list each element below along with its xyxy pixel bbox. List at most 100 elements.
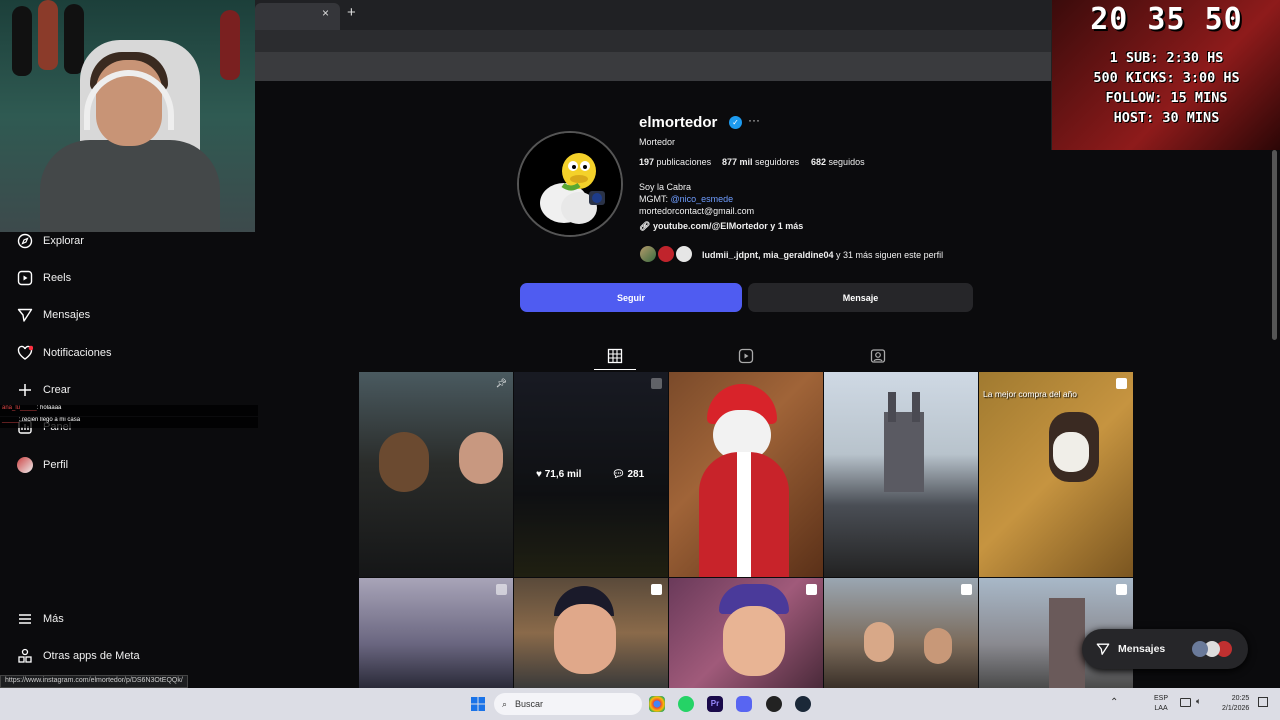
grid-post[interactable]: La mejor compra del año (979, 372, 1133, 577)
posts-label: publicaciones (656, 157, 712, 167)
bio-mgmt: MGMT: @nico_esmede (639, 194, 733, 204)
obs-icon[interactable] (766, 696, 782, 712)
verified-badge-icon: ✓ (729, 116, 742, 129)
discord-icon[interactable] (736, 696, 752, 712)
followers-label: seguidores (755, 157, 800, 167)
external-link-text: youtube.com/@ElMortedor y 1 más (652, 221, 804, 231)
send-icon (1096, 642, 1110, 656)
follower-avatar[interactable] (656, 244, 676, 264)
menu-icon (16, 610, 34, 628)
grid-post[interactable] (824, 578, 978, 688)
carousel-icon (496, 584, 507, 595)
avatar (16, 456, 34, 474)
taskbar-clock[interactable]: 20:25 2/1/2026 (1222, 694, 1249, 714)
mgmt-prefix: MGMT: (639, 194, 671, 204)
profile-username: elmortedor (639, 114, 718, 131)
follower-avatar[interactable] (638, 244, 658, 264)
follow-button[interactable]: Seguir (520, 283, 742, 312)
sidebar-item-label: Perfil (43, 459, 69, 471)
sidebar-item-meta-apps[interactable]: Otras apps de Meta (16, 644, 140, 668)
following-stat[interactable]: 682 seguidos (811, 157, 865, 167)
followers-stat[interactable]: 877 mil seguidores (722, 157, 799, 167)
grid-post[interactable] (824, 372, 978, 577)
sidebar-item-reels[interactable]: Reels (16, 266, 71, 290)
close-tab-icon[interactable]: × (322, 6, 329, 20)
more-options-icon[interactable]: ··· (748, 113, 760, 127)
active-tab-indicator (594, 369, 636, 370)
tab-tagged-icon[interactable] (870, 348, 886, 364)
chat-text: : holaaaa (36, 405, 62, 411)
followed-by-rest: y 31 más siguen este perfil (833, 250, 944, 260)
clock-time: 20:25 (1231, 695, 1250, 702)
overlay-line: 1 SUB: 2:30 HS (1109, 50, 1224, 66)
follower-avatar[interactable] (674, 244, 694, 264)
premiere-icon[interactable]: Pr (707, 696, 723, 712)
stream-timer: 20 35 50 (1090, 2, 1243, 37)
windows-start-icon[interactable] (470, 696, 486, 712)
volume-icon[interactable]: 🔈︎ (1196, 696, 1201, 707)
carousel-icon (651, 378, 662, 389)
comment-icon: 💬︎ (612, 469, 625, 480)
reels-icon (16, 269, 34, 287)
chat-user: ana_lu_____ (2, 405, 37, 411)
chat-message: _____: recién llego a mi casa (0, 417, 258, 428)
post-caption: La mejor compra del año (983, 389, 1078, 399)
tab-posts-grid-icon[interactable] (607, 348, 623, 364)
posts-count: 197 (639, 157, 655, 167)
grid-post[interactable] (359, 578, 513, 688)
taskbar-search-label: Buscar (515, 699, 544, 709)
floating-messages-label: Mensajes (1118, 643, 1166, 655)
chrome-icon[interactable] (649, 696, 665, 712)
grid-post[interactable]: 📌︎ (359, 372, 513, 577)
network-icon[interactable] (1180, 698, 1191, 707)
followed-by-text[interactable]: ludmii_.jdpnt, mia_geraldine04 y 31 más … (702, 250, 943, 260)
heart-icon (16, 344, 34, 362)
chat-text: : recién llego a mi casa (18, 417, 81, 423)
plus-icon (16, 381, 34, 399)
message-button[interactable]: Mensaje (748, 283, 973, 312)
send-icon (16, 306, 34, 324)
grid-post[interactable] (669, 578, 823, 688)
grid-post[interactable] (514, 578, 668, 688)
sidebar-item-label: Explorar (43, 235, 84, 247)
webcam-overlay (0, 0, 255, 232)
tab-reels-icon[interactable] (738, 348, 754, 364)
keyboard-layout: LAA (1154, 705, 1168, 712)
grid-post[interactable] (669, 372, 823, 577)
sidebar-item-crear[interactable]: Crear (16, 378, 71, 402)
language-code: ESP (1154, 695, 1169, 702)
chevron-up-icon[interactable]: ⌃ (1110, 697, 1118, 708)
reel-icon (961, 584, 972, 595)
whatsapp-icon[interactable] (678, 696, 694, 712)
grid-post-hovered[interactable]: ♥︎ 71,6 mil 💬︎ 281 (514, 372, 668, 577)
taskbar-search[interactable]: ⌕ Buscar (494, 693, 642, 715)
post-comments-count: 281 (627, 469, 645, 480)
sidebar-item-perfil[interactable]: Perfil (16, 453, 68, 477)
steam-icon[interactable] (795, 696, 811, 712)
chat-message: ana_lu_____: holaaaa (0, 405, 258, 416)
sidebar-item-mas[interactable]: Más (16, 607, 64, 631)
post-comments: 💬︎ 281 (612, 469, 644, 480)
floating-messages-button[interactable]: Mensajes (1082, 629, 1248, 669)
page-scrollbar[interactable] (1272, 150, 1277, 340)
bio-line: Soy la Cabra (639, 182, 692, 192)
profile-avatar[interactable] (517, 131, 623, 237)
sidebar-item-notificaciones[interactable]: Notificaciones (16, 341, 111, 365)
sidebar-item-label: Otras apps de Meta (43, 650, 140, 662)
mgmt-handle-link[interactable]: @nico_esmede (671, 194, 734, 204)
new-tab-button[interactable]: + (347, 4, 356, 21)
bio-email: mortedorcontact@gmail.com (639, 206, 755, 216)
followed-by-names: ludmii_.jdpnt, mia_geraldine04 (702, 250, 834, 260)
language-indicator[interactable]: ESP LAA (1154, 694, 1168, 714)
compass-icon (16, 232, 34, 250)
sidebar-item-explorar[interactable]: Explorar (16, 229, 84, 253)
external-link[interactable]: 🔗︎ youtube.com/@ElMortedor y 1 más (639, 221, 803, 232)
sidebar-item-label: Notificaciones (43, 347, 112, 359)
notifications-icon[interactable] (1258, 697, 1268, 707)
pinned-icon: 📌︎ (495, 378, 507, 388)
profile-full-name: Mortedor (639, 137, 676, 147)
following-count: 682 (811, 157, 827, 167)
post-likes-count: 71,6 mil (544, 469, 582, 480)
status-bar-url: https://www.instagram.com/elmortedor/p/D… (0, 675, 188, 688)
sidebar-item-mensajes[interactable]: Mensajes (16, 303, 90, 327)
